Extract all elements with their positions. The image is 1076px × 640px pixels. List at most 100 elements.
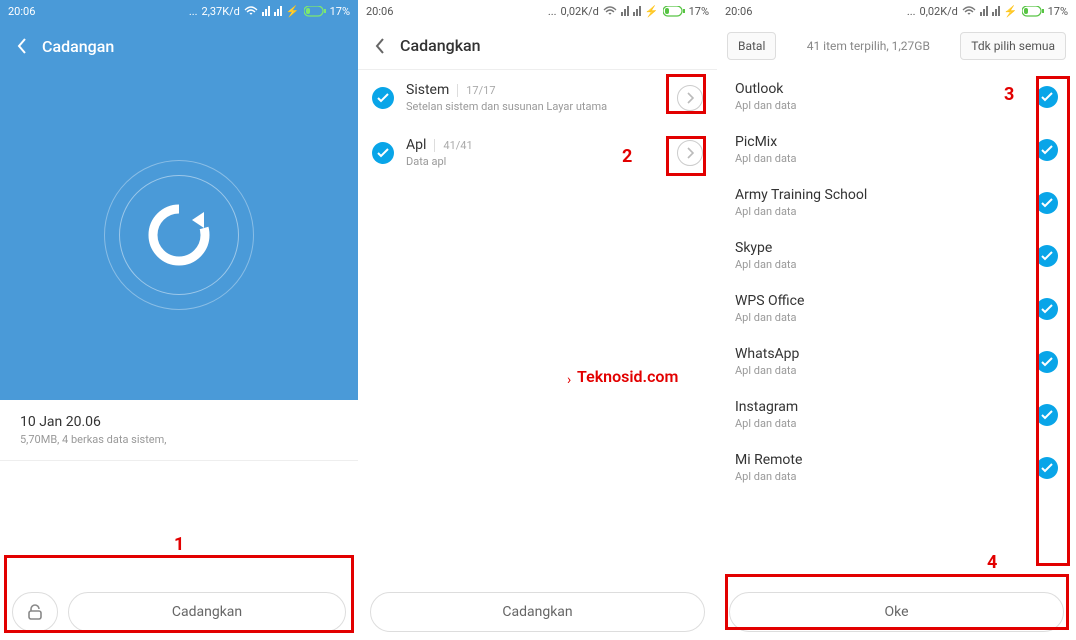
status-battery: 17%: [1048, 5, 1068, 18]
app-row[interactable]: InstagramApl dan data: [717, 388, 1076, 441]
app-row[interactable]: Army Training SchoolApl dan data: [717, 176, 1076, 229]
app-row[interactable]: Outlook Apl dan data: [717, 70, 1076, 123]
checkbox-checked[interactable]: [1036, 245, 1058, 267]
backup-button[interactable]: Cadangkan: [68, 592, 346, 632]
status-battery: 17%: [330, 5, 350, 18]
app-sub: Apl dan data: [735, 417, 1036, 430]
backup-hero: [0, 70, 358, 400]
back-button[interactable]: [10, 37, 34, 55]
app-row[interactable]: WPS Office Apl dan data: [717, 282, 1076, 335]
app-sub: Apl dan data: [735, 99, 1036, 112]
checkbox-checked[interactable]: [1036, 86, 1058, 108]
checkbox-checked[interactable]: [1036, 192, 1058, 214]
bottom-bar: Cadangkan: [358, 592, 717, 632]
checkbox-checked[interactable]: [1036, 351, 1058, 373]
chevron-right-icon: [686, 147, 694, 159]
wifi-icon: [962, 6, 976, 16]
status-right: ... 0,02K/d ⚡ 17%: [907, 5, 1068, 18]
app-row[interactable]: Mi RemoteApl dan data: [717, 441, 1076, 494]
status-time: 20:06: [366, 5, 393, 18]
screen-backup-categories: 20:06 ... 0,02K/d ⚡ 17% Cadangkan Sistem…: [358, 0, 717, 640]
selection-header: Batal 41 item terpilih, 1,27GB Tdk pilih…: [717, 22, 1076, 70]
checkbox-checked[interactable]: [372, 87, 394, 109]
unlock-icon: [26, 604, 44, 620]
backup-button-label: Cadangkan: [502, 604, 572, 620]
last-backup-detail: 5,70MB, 4 berkas data sistem,: [20, 433, 338, 446]
status-net: 2,37K/d: [202, 5, 240, 18]
screen-select-apps: 20:06 ... 0,02K/d ⚡ 17% Batal 41 item te…: [717, 0, 1076, 640]
checkbox-checked[interactable]: [1036, 404, 1058, 426]
status-bar: 20:06 ... 0,02K/d ⚡ 17%: [717, 0, 1076, 22]
last-backup-date: 10 Jan 20.06: [20, 414, 338, 430]
lock-button[interactable]: [12, 592, 58, 632]
category-count: 41/41: [434, 139, 472, 152]
check-icon: [1041, 145, 1053, 155]
deselect-all-button[interactable]: Tdk pilih semua: [960, 32, 1066, 60]
status-net: 0,02K/d: [920, 5, 958, 18]
detail-button[interactable]: [677, 85, 703, 111]
battery-icon: [304, 6, 326, 17]
backup-button[interactable]: Cadangkan: [370, 592, 705, 632]
back-button[interactable]: [368, 37, 392, 55]
check-icon: [1041, 463, 1053, 473]
ok-button-label: Oke: [884, 604, 908, 620]
chevron-left-icon: [16, 37, 28, 55]
check-icon: [377, 148, 389, 158]
status-right: ... 2,37K/d ⚡ 17%: [189, 5, 350, 18]
check-icon: [1041, 251, 1053, 261]
app-row[interactable]: WhatsAppApl dan data: [717, 335, 1076, 388]
backup-button-label: Cadangkan: [172, 604, 242, 620]
last-backup-row[interactable]: 10 Jan 20.06 5,70MB, 4 berkas data siste…: [0, 400, 358, 461]
check-icon: [377, 93, 389, 103]
wifi-icon: [244, 6, 258, 16]
app-row[interactable]: SkypeApl dan data: [717, 229, 1076, 282]
app-sub: Apl dan data: [735, 470, 1036, 483]
app-row[interactable]: PicMix Apl dan data: [717, 123, 1076, 176]
app-sub: Apl dan data: [735, 258, 1036, 271]
signal-icon-2: [633, 6, 641, 16]
category-row-apl[interactable]: Apl 41/41 Data apl: [358, 125, 717, 180]
status-bar: 20:06 ... 0,02K/d ⚡ 17%: [358, 0, 717, 22]
battery-icon: [663, 6, 685, 17]
header: Cadangan: [0, 22, 358, 70]
category-sub: Setelan sistem dan susunan Layar utama: [406, 100, 677, 113]
app-name: WhatsApp: [735, 346, 1036, 362]
status-bar: 20:06 ... 2,37K/d ⚡ 17%: [0, 0, 358, 22]
signal-icon: [621, 6, 629, 16]
page-title: Cadangkan: [400, 36, 481, 55]
cancel-button[interactable]: Batal: [727, 32, 776, 60]
battery-icon: [1022, 6, 1044, 17]
bottom-bar: Oke: [717, 592, 1076, 632]
annotation-4: 4: [987, 552, 997, 573]
checkbox-checked[interactable]: [1036, 298, 1058, 320]
app-name: Outlook: [735, 81, 1036, 97]
app-list: Outlook Apl dan data PicMix Apl dan data Arm…: [717, 70, 1076, 494]
app-sub: Apl dan data: [735, 152, 1036, 165]
status-right: ... 0,02K/d ⚡ 17%: [548, 5, 709, 18]
annotation-arrow: ›: [567, 372, 571, 388]
bottom-bar: Cadangkan: [0, 592, 358, 632]
header: Cadangkan: [358, 22, 717, 70]
chevron-left-icon: [374, 37, 386, 55]
checkbox-checked[interactable]: [1036, 139, 1058, 161]
checkbox-checked[interactable]: [1036, 457, 1058, 479]
detail-button[interactable]: [677, 140, 703, 166]
app-sub: Apl dan data: [735, 311, 1036, 324]
app-name: PicMix: [735, 134, 1036, 150]
annotation-1: 1: [174, 534, 184, 555]
ok-button[interactable]: Oke: [729, 592, 1064, 632]
check-icon: [1041, 357, 1053, 367]
app-name: Army Training School: [735, 187, 1036, 203]
checkbox-checked[interactable]: [372, 142, 394, 164]
watermark-text: Teknosid.com: [577, 367, 678, 386]
check-icon: [1041, 304, 1053, 314]
cancel-label: Batal: [738, 39, 765, 53]
check-icon: [1041, 410, 1053, 420]
signal-icon: [262, 6, 270, 16]
check-icon: [1041, 92, 1053, 102]
selection-summary: 41 item terpilih, 1,27GB: [776, 39, 960, 53]
check-icon: [1041, 198, 1053, 208]
app-name: WPS Office: [735, 293, 1036, 309]
status-net: 0,02K/d: [561, 5, 599, 18]
category-row-sistem[interactable]: Sistem 17/17 Setelan sistem dan susunan …: [358, 70, 717, 125]
